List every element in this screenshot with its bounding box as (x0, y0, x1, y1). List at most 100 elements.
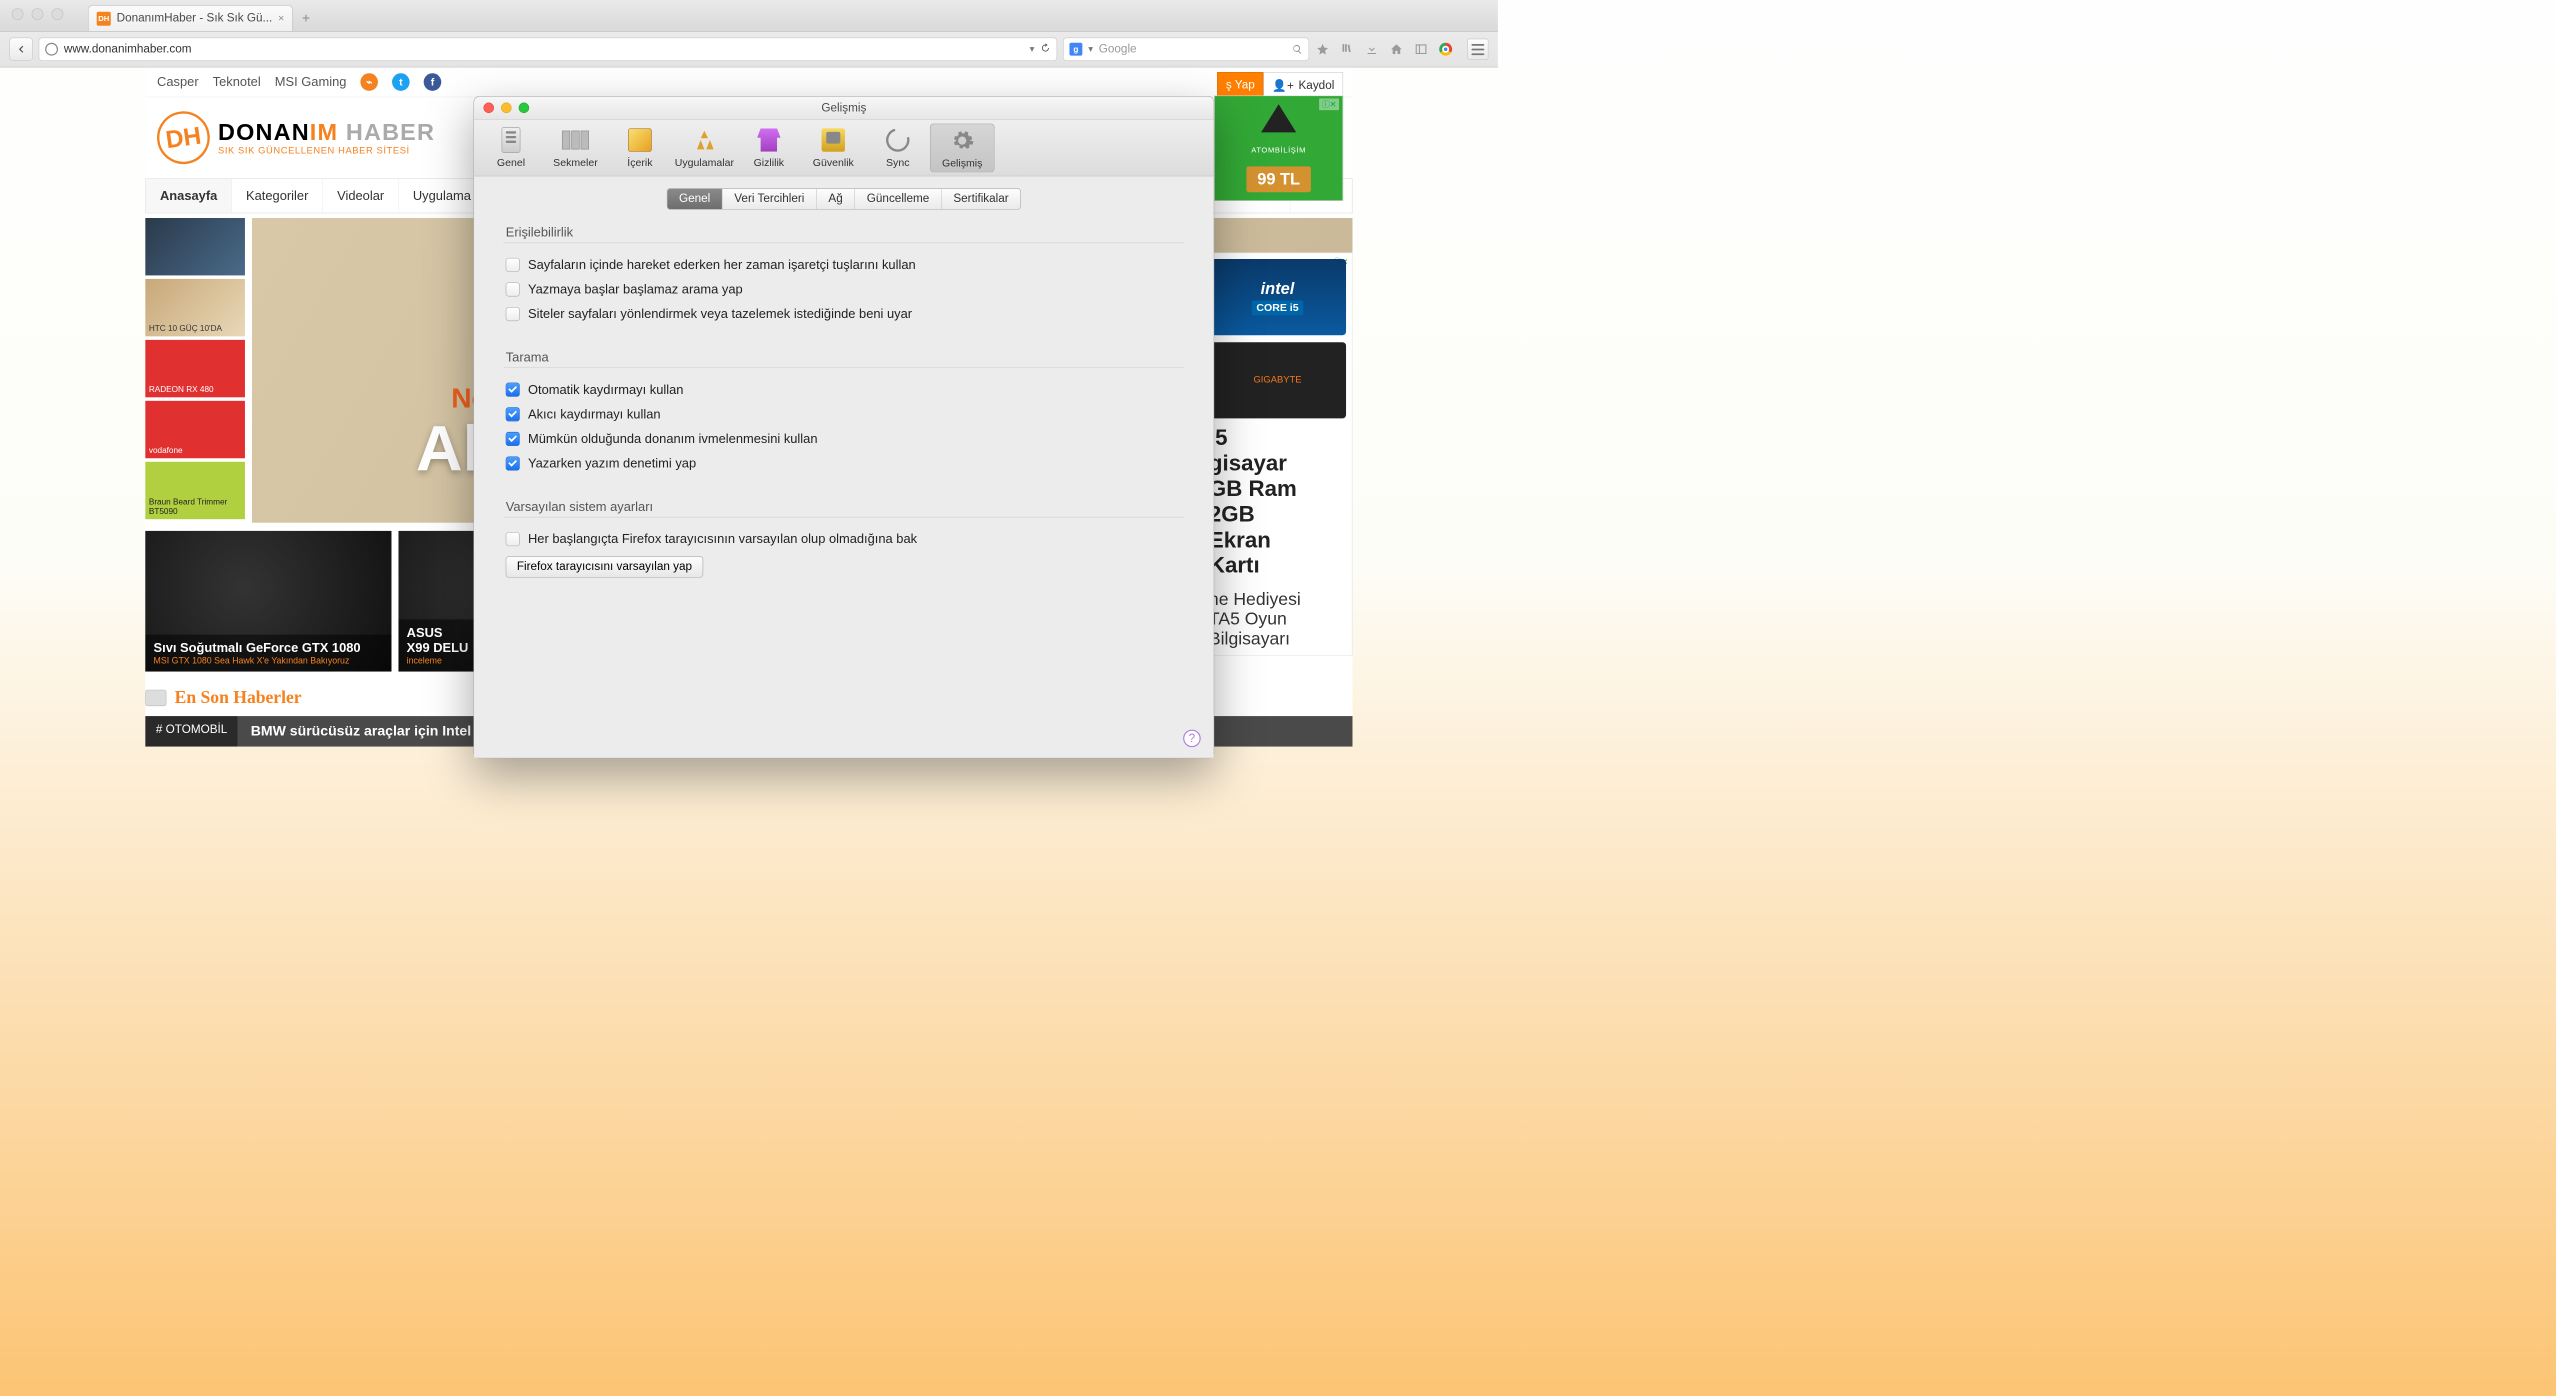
check-search-on-type[interactable]: Yazmaya başlar başlamaz arama yap (503, 277, 1184, 302)
check-warn-redirect[interactable]: Siteler sayfaları yönlendirmek veya taze… (503, 302, 1184, 327)
subtab-network[interactable]: Ağ (817, 189, 855, 210)
make-default-button[interactable]: Firefox tarayıcısını varsayılan yap (506, 556, 703, 578)
check-smooth-scroll[interactable]: Akıcı kaydırmayı kullan (503, 402, 1184, 427)
intel-badge-icon: intelCORE i5 (1209, 259, 1346, 335)
checkbox-icon[interactable] (506, 282, 520, 296)
nav-videos[interactable]: Videolar (323, 179, 399, 213)
favicon-icon: DH (97, 11, 111, 25)
logo-mark-icon: DH (154, 108, 214, 168)
search-placeholder: Google (1099, 42, 1287, 55)
check-autoscroll[interactable]: Otomatik kaydırmayı kullan (503, 377, 1184, 402)
back-button[interactable] (9, 38, 32, 61)
hero-thumb[interactable]: vodafone (145, 401, 245, 458)
facebook-icon[interactable]: f (424, 73, 442, 91)
brand-triangle-icon (1261, 104, 1296, 132)
new-tab-button[interactable]: + (293, 5, 319, 31)
prefs-tb-sync[interactable]: Sync (866, 124, 930, 173)
site-topbar: Casper Teknotel MSI Gaming ⌁ t f (145, 67, 1352, 97)
prefs-tb-apps[interactable]: Uygulamalar (672, 124, 736, 173)
search-bar[interactable]: g ▾ Google (1063, 38, 1309, 61)
nav-home[interactable]: Anasayfa (146, 179, 232, 213)
prefs-body: Genel Veri Tercihleri Ağ Güncelleme Sert… (474, 176, 1214, 757)
hero-thumb[interactable]: HTC 10 GÜÇ 10'DA (145, 279, 245, 336)
prefs-tb-general[interactable]: Genel (479, 124, 543, 173)
preferences-window: Gelişmiş Genel Sekmeler İçerik Uygulamal… (473, 96, 1214, 758)
tab-title: DonanımHaber - Sık Sık Gü... (117, 12, 273, 25)
section-system-title: Varsayılan sistem ayarları (506, 499, 1182, 514)
check-spellcheck[interactable]: Yazarken yazım denetimi yap (503, 451, 1184, 476)
prefs-tb-tabs[interactable]: Sekmeler (543, 124, 607, 173)
sync-icon (882, 124, 914, 156)
checkbox-icon[interactable] (506, 307, 520, 321)
gpu-image-icon: GIGABYTE (1209, 342, 1346, 418)
url-bar[interactable]: www.donanimhaber.com ▾ (39, 38, 1057, 61)
reload-button[interactable] (1040, 42, 1051, 55)
checkbox-checked-icon[interactable] (506, 456, 520, 470)
prefs-tb-content[interactable]: İçerik (608, 124, 672, 173)
help-icon[interactable]: ? (1183, 730, 1201, 748)
toolbar-icons (1315, 39, 1488, 60)
close-dot-icon[interactable] (12, 8, 24, 20)
checkbox-checked-icon[interactable] (506, 383, 520, 397)
subtab-general[interactable]: Genel (667, 189, 722, 210)
topbar-link[interactable]: MSI Gaming (275, 74, 347, 89)
browser-chrome: DH DonanımHaber - Sık Sık Gü... × + www.… (0, 0, 1498, 67)
checkbox-icon[interactable] (506, 258, 520, 272)
ad-subtext: ne Hediyesi TA5 Oyun Bilgisayarı (1209, 590, 1346, 650)
hero-thumb[interactable]: RADEON RX 480 (145, 340, 245, 397)
product-card[interactable]: DH ÖZEL VİDEO▶ Sıvı Soğutmalı GeForce GT… (145, 531, 391, 672)
ad-atombilisim[interactable]: ⓘ✕ ATOMBİLİŞİM 99 TL (1214, 96, 1343, 201)
url-dropdown-icon[interactable]: ▾ (1030, 43, 1035, 55)
lock-icon (822, 128, 845, 151)
prefs-tb-privacy[interactable]: Gizlilik (737, 124, 801, 173)
downloads-icon[interactable] (1364, 42, 1379, 57)
library-icon[interactable] (1340, 42, 1355, 57)
window-controls (12, 8, 64, 20)
prefs-tb-security[interactable]: Güvenlik (801, 124, 865, 173)
prefs-titlebar[interactable]: Gelişmiş (474, 97, 1214, 120)
browser-tab[interactable]: DH DonanımHaber - Sık Sık Gü... × (88, 5, 293, 31)
check-default-browser[interactable]: Her başlangıçta Firefox tarayıcısının va… (503, 527, 1184, 552)
checkbox-icon[interactable] (506, 532, 520, 546)
twitter-icon[interactable]: t (392, 73, 410, 91)
nav-bar: www.donanimhaber.com ▾ g ▾ Google (0, 32, 1498, 67)
prefs-tb-advanced[interactable]: Gelişmiş (930, 124, 994, 173)
search-icon[interactable] (1292, 44, 1303, 55)
prefs-subtabs: Genel Veri Tercihleri Ağ Güncelleme Sert… (667, 188, 1021, 210)
gear-icon (948, 127, 976, 155)
checkbox-checked-icon[interactable] (506, 432, 520, 446)
sidebar-icon[interactable] (1413, 42, 1428, 57)
subtab-certs[interactable]: Sertifikalar (942, 189, 1021, 210)
bookmark-star-icon[interactable] (1315, 42, 1330, 57)
right-ad-column[interactable]: ⓘ✕ intelCORE i5 GIGABYTE İ5 gisayar GB R… (1202, 253, 1352, 656)
hero-thumb[interactable] (145, 218, 245, 275)
apps-icon (690, 126, 718, 154)
hero-thumbs: HTC 10 GÜÇ 10'DA RADEON RX 480 vodafone … (145, 218, 245, 523)
subtab-update[interactable]: Güncelleme (855, 189, 942, 210)
subtab-data[interactable]: Veri Tercihleri (723, 189, 817, 210)
nav-categories[interactable]: Kategoriler (232, 179, 323, 213)
hero-thumb[interactable]: Braun Beard Trimmer BT5090 (145, 462, 245, 519)
search-engine-icon[interactable]: g (1069, 43, 1082, 56)
chrome-extension-icon[interactable] (1438, 42, 1453, 57)
window-minimize-icon[interactable] (501, 103, 512, 114)
window-zoom-icon[interactable] (519, 103, 530, 114)
check-caret-browsing[interactable]: Sayfaların içinde hareket ederken her za… (503, 253, 1184, 278)
check-hw-accel[interactable]: Mümkün olduğunda donanım ivmelenmesini k… (503, 427, 1184, 452)
url-text: www.donanimhaber.com (64, 42, 1024, 55)
hamburger-menu-button[interactable] (1467, 39, 1488, 60)
site-logo[interactable]: DH DONANIM HABER SIK SIK GÜNCELLENEN HAB… (157, 111, 435, 164)
topbar-link[interactable]: Casper (157, 74, 199, 89)
minimize-dot-icon[interactable] (32, 8, 44, 20)
zoom-dot-icon[interactable] (52, 8, 64, 20)
switch-icon (502, 127, 521, 153)
home-icon[interactable] (1389, 42, 1404, 57)
rss-icon[interactable]: ⌁ (360, 73, 378, 91)
tabs-icon (562, 131, 589, 150)
tab-close-icon[interactable]: × (278, 12, 284, 24)
topbar-link[interactable]: Teknotel (213, 74, 261, 89)
news-category-tag[interactable]: # OTOMOBİL (145, 716, 238, 746)
checkbox-checked-icon[interactable] (506, 407, 520, 421)
prefs-window-title: Gelişmiş (821, 101, 866, 114)
window-close-icon[interactable] (483, 103, 494, 114)
